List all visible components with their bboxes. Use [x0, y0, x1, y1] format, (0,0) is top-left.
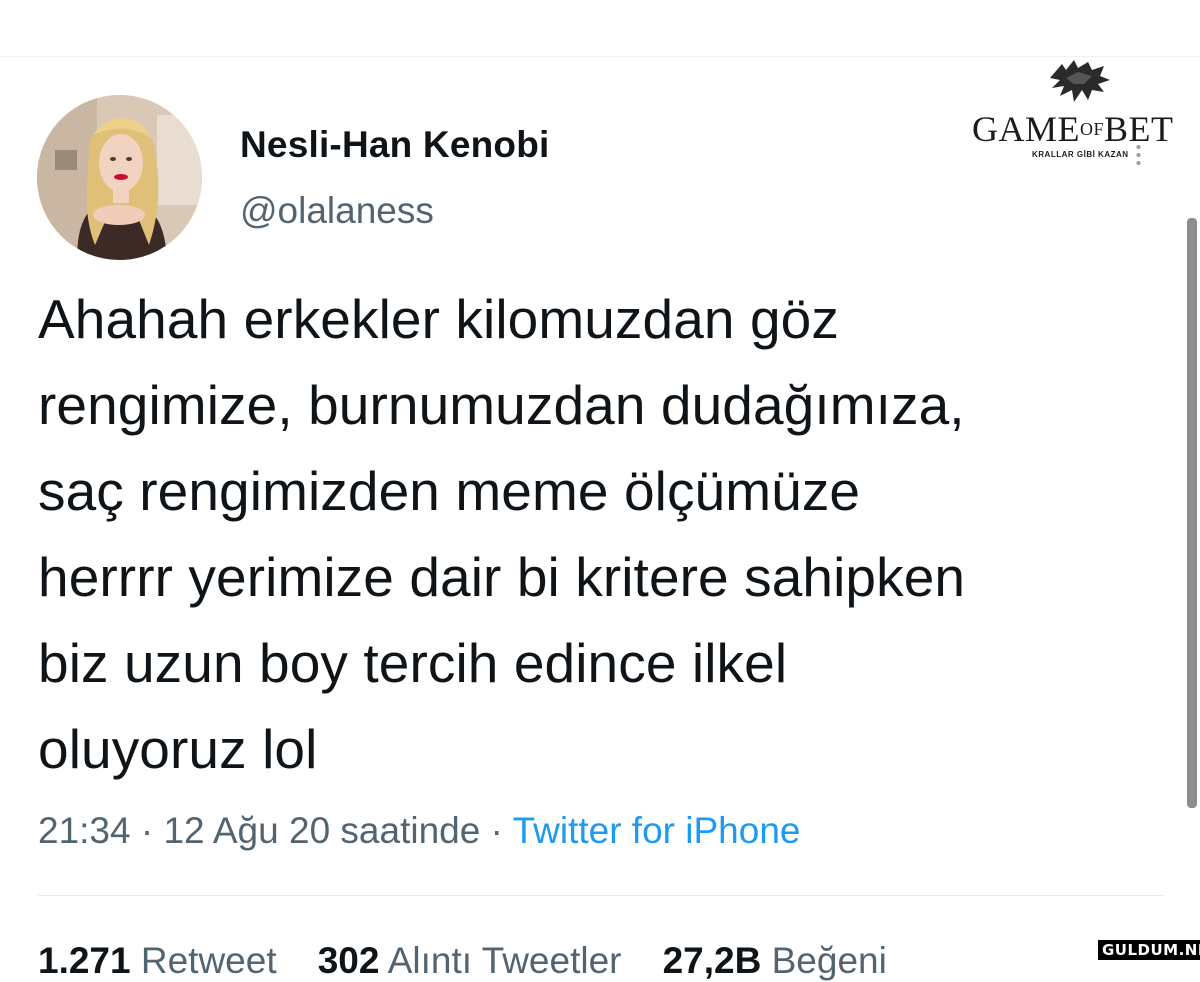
avatar[interactable] [37, 95, 202, 260]
top-divider [0, 56, 1200, 57]
brand-logo: GAMEOFBET KRALLAR GİBİ KAZAN [972, 58, 1190, 178]
scrollbar[interactable] [1187, 218, 1197, 808]
retweets-stat[interactable]: 1.271 Retweet [38, 940, 277, 981]
brand-name: GAMEOFBET [972, 109, 1174, 149]
wolf-head-icon [1050, 60, 1110, 102]
tweet-text: Ahahah erkekler kilomuzdan göz rengimize… [38, 288, 966, 780]
tweet-date[interactable]: 12 Ağu 20 saatinde [163, 810, 480, 851]
brand-tagline: KRALLAR GİBİ KAZAN [1032, 150, 1129, 159]
profile-photo-icon [37, 95, 202, 260]
likes-stat[interactable]: 27,2B Beğeni [663, 940, 887, 981]
brand-dots-icon [1136, 145, 1141, 165]
watermark: GULDUM.NET [1098, 940, 1200, 960]
author-display-name[interactable]: Nesli-Han Kenobi [240, 124, 550, 166]
meta-separator: · [490, 810, 503, 851]
meta-separator: · [140, 810, 154, 851]
tweet-time[interactable]: 21:34 [38, 810, 131, 851]
meta-divider [38, 895, 1164, 896]
quotes-stat[interactable]: 302 Alıntı Tweetler [318, 940, 622, 981]
author-handle[interactable]: @olalaness [240, 190, 434, 232]
tweet-meta: 21:34 · 12 Ağu 20 saatinde · Twitter for… [38, 810, 800, 852]
tweet-stats: 1.271 Retweet 302 Alıntı Tweetler 27,2B … [38, 940, 887, 982]
tweet-source-link[interactable]: Twitter for iPhone [513, 810, 801, 851]
